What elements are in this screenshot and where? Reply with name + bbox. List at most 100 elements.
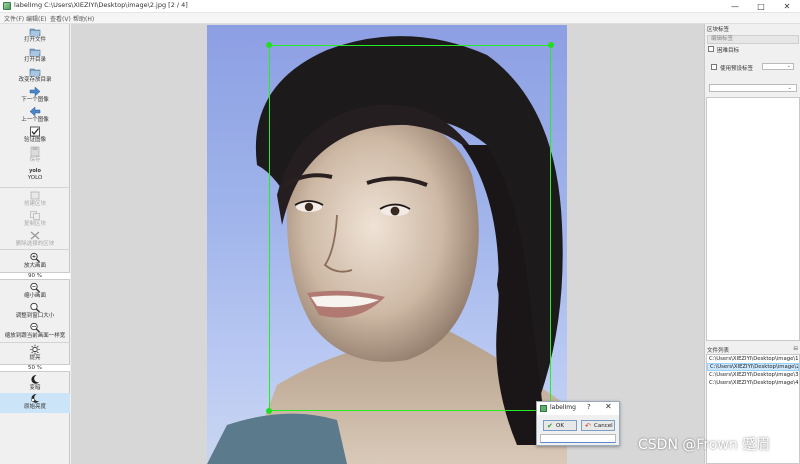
verify-image-icon bbox=[30, 126, 40, 137]
darken-button[interactable]: 变暗 bbox=[0, 374, 70, 392]
file-list-item[interactable]: C:\Users\XIEZIYI\Desktop\image\3.jpg bbox=[707, 371, 799, 379]
labelimg-dialog-icon bbox=[540, 405, 547, 412]
use-default-label-text: 使用预设标签 bbox=[720, 66, 754, 72]
verify-image-button[interactable]: 验证图像 bbox=[0, 126, 70, 144]
window-title: labelImg C:\Users\XIEZIYI\Desktop\image\… bbox=[14, 1, 188, 9]
brightness-up-button[interactable]: 提亮 bbox=[0, 344, 70, 362]
open-file-label: 打开文件 bbox=[23, 37, 46, 43]
toolbar-separator bbox=[0, 342, 70, 343]
save-label: 保存 bbox=[29, 157, 41, 163]
edit-label-text: 编辑标签 bbox=[711, 36, 734, 42]
zoom-in-button[interactable]: 放大画面 bbox=[0, 252, 70, 270]
bounding-box[interactable] bbox=[269, 45, 551, 411]
difficult-label: 困难目标 bbox=[717, 48, 740, 54]
create-box-icon bbox=[30, 191, 40, 200]
label-filter-combo[interactable]: ⌄ bbox=[709, 84, 797, 92]
zoom-out-button[interactable]: 缩小画面 bbox=[0, 282, 70, 300]
create-box-button[interactable]: 创建区块 bbox=[0, 190, 70, 208]
menu-file[interactable]: 文件(F) bbox=[4, 14, 24, 23]
labels-dock-title: 区块标签 bbox=[707, 27, 730, 33]
file-list-title: 文件列表 bbox=[707, 348, 730, 354]
duplicate-box-label: 复制区块 bbox=[23, 221, 46, 227]
zoom-value-spinbox[interactable]: 90 % bbox=[0, 272, 70, 280]
right-dock-panel: 区块标签 编辑标签 困难目标 使用预设标签 ⌄ ⌄ 文件列表 ⊟ C:\User… bbox=[704, 24, 800, 464]
file-list-item[interactable]: C:\Users\XIEZIYI\Desktop\image\4.jpg bbox=[707, 379, 799, 387]
tools-toolbar: 打开文件 打开目录 改变存放目录 下一个图像 上一个图像 验证图像 保存 yol… bbox=[0, 24, 70, 464]
bbox-handle-top-right[interactable] bbox=[548, 42, 554, 48]
minimize-button[interactable]: — bbox=[722, 0, 748, 13]
prev-image-icon bbox=[29, 106, 41, 117]
change-save-dir-button[interactable]: 改变存放目录 bbox=[0, 66, 70, 84]
next-image-icon bbox=[29, 86, 41, 97]
delete-box-button[interactable]: 删除选择的区块 bbox=[0, 230, 70, 248]
brightness-icon bbox=[30, 344, 40, 355]
original-brightness-icon bbox=[31, 394, 40, 403]
zoom-out-label: 缩小画面 bbox=[23, 293, 46, 299]
edit-label-button[interactable]: 编辑标签 bbox=[707, 35, 799, 44]
bbox-handle-bottom-left[interactable] bbox=[266, 408, 272, 414]
menu-bar: 文件(F) 编辑(E) 查看(V) 帮助(H) bbox=[0, 13, 800, 24]
dock-float-icon[interactable]: ⊟ bbox=[793, 346, 798, 352]
checkmark-icon: ✔ bbox=[547, 422, 553, 430]
fit-window-icon bbox=[30, 302, 40, 313]
dialog-cancel-label: Cancel bbox=[594, 423, 613, 429]
fit-width-icon bbox=[30, 322, 40, 333]
next-image-button[interactable]: 下一个图像 bbox=[0, 86, 70, 104]
next-image-label: 下一个图像 bbox=[21, 97, 49, 103]
chevron-down-icon: ⌄ bbox=[787, 85, 792, 91]
dialog-close-button[interactable]: ✕ bbox=[605, 402, 612, 411]
menu-edit[interactable]: 编辑(E) bbox=[26, 14, 46, 23]
zoom-out-icon bbox=[30, 282, 40, 293]
duplicate-box-button[interactable]: 复制区块 bbox=[0, 210, 70, 228]
brightness-up-label: 提亮 bbox=[29, 355, 41, 361]
cancel-icon: ↶ bbox=[585, 422, 591, 430]
prev-image-label: 上一个图像 bbox=[21, 117, 49, 123]
prev-image-button[interactable]: 上一个图像 bbox=[0, 106, 70, 124]
image-canvas[interactable] bbox=[71, 24, 704, 464]
portrait-photo[interactable] bbox=[207, 25, 567, 464]
format-yolo-button[interactable]: yolo YOLO bbox=[0, 168, 70, 182]
default-label-combo[interactable]: ⌄ bbox=[762, 63, 794, 70]
dialog-ok-button[interactable]: ✔ OK bbox=[543, 420, 577, 431]
title-bar: labelImg C:\Users\XIEZIYI\Desktop\image\… bbox=[0, 0, 800, 13]
brightness-value-spinbox[interactable]: 50 % bbox=[0, 364, 70, 372]
labelimg-window: labelImg C:\Users\XIEZIYI\Desktop\image\… bbox=[0, 0, 800, 464]
format-icon: yolo bbox=[29, 168, 41, 174]
menu-view[interactable]: 查看(V) bbox=[50, 14, 71, 23]
open-dir-label: 打开目录 bbox=[23, 57, 46, 63]
use-default-label-checkbox[interactable] bbox=[711, 64, 717, 70]
dialog-cancel-button[interactable]: ↶ Cancel bbox=[581, 420, 615, 431]
delete-box-label: 删除选择的区块 bbox=[15, 241, 55, 247]
label-input[interactable] bbox=[540, 434, 616, 443]
zoom-in-label: 放大画面 bbox=[23, 263, 46, 269]
open-file-icon bbox=[29, 28, 41, 37]
dialog-ok-label: OK bbox=[556, 423, 564, 429]
maximize-button[interactable]: □ bbox=[748, 0, 774, 13]
dialog-title: labelImg bbox=[550, 404, 576, 411]
bbox-handle-top-left[interactable] bbox=[266, 42, 272, 48]
fit-width-label: 缩放到跟当前画面一样宽 bbox=[4, 333, 66, 339]
file-list-item-selected[interactable]: C:\Users\XIEZIYI\Desktop\image\2.jpg bbox=[707, 363, 799, 371]
menu-help[interactable]: 帮助(H) bbox=[73, 14, 94, 23]
original-brightness-button[interactable]: 原始亮度 bbox=[0, 393, 70, 413]
file-list-item[interactable]: C:\Users\XIEZIYI\Desktop\image\1.jpg bbox=[707, 355, 799, 363]
close-button[interactable]: ✕ bbox=[774, 0, 800, 13]
fit-width-button[interactable]: 缩放到跟当前画面一样宽 bbox=[0, 322, 70, 340]
chevron-down-icon: ⌄ bbox=[786, 63, 791, 69]
dialog-help-button[interactable]: ? bbox=[587, 403, 591, 411]
change-save-dir-icon bbox=[29, 68, 41, 77]
difficult-checkbox[interactable] bbox=[708, 46, 714, 52]
change-save-dir-label: 改变存放目录 bbox=[18, 77, 52, 83]
open-dir-button[interactable]: 打开目录 bbox=[0, 46, 70, 64]
save-button[interactable]: 保存 bbox=[0, 146, 70, 164]
delete-box-icon bbox=[30, 231, 40, 240]
toolbar-separator bbox=[0, 187, 70, 188]
label-list[interactable] bbox=[706, 97, 800, 341]
darken-icon bbox=[31, 375, 40, 384]
toolbar-separator bbox=[0, 249, 70, 250]
zoom-in-icon bbox=[30, 252, 40, 263]
csdn-watermark: CSDN @Frown 蹙眉 bbox=[638, 437, 771, 453]
fit-window-button[interactable]: 调整到窗口大小 bbox=[0, 302, 70, 320]
label-dialog: labelImg ? ✕ ✔ OK ↶ Cancel bbox=[536, 401, 620, 446]
open-file-button[interactable]: 打开文件 bbox=[0, 26, 70, 44]
